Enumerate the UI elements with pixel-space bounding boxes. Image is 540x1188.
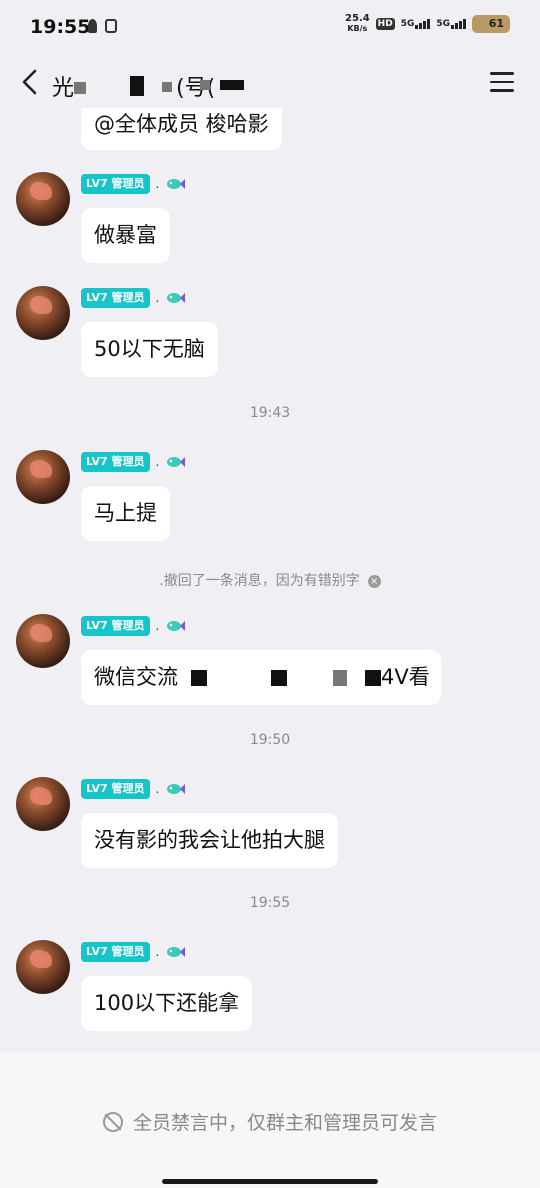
sender-name: . xyxy=(155,177,160,191)
hamburger-menu-icon[interactable] xyxy=(490,72,514,92)
chat-title-prefix: 光 xyxy=(52,76,75,98)
role-badge: LV7 管理员 xyxy=(81,779,150,799)
notification-icon xyxy=(88,19,97,33)
redaction-block xyxy=(333,670,347,686)
avatar[interactable] xyxy=(16,940,70,994)
redaction-block xyxy=(271,670,287,686)
close-icon[interactable]: × xyxy=(367,575,381,588)
chevron-left-icon[interactable] xyxy=(18,68,42,96)
avatar[interactable] xyxy=(16,450,70,504)
app-icon xyxy=(105,19,117,33)
fish-icon xyxy=(167,947,186,957)
chat-header: 光 (号( xyxy=(0,56,540,108)
input-area-muted: 全员禁言中，仅群主和管理员可发言 xyxy=(0,1052,540,1188)
avatar[interactable] xyxy=(16,172,70,226)
status-bar: 19:55 25.4 KB/s HD 5G 5G 61 xyxy=(0,0,540,56)
sim1-label: 5G xyxy=(400,19,415,29)
role-badge: LV7 管理员 xyxy=(81,174,150,194)
role-badge: LV7 管理员 xyxy=(81,288,150,308)
message-bubble[interactable]: 没有影的我会让他拍大腿 xyxy=(81,813,338,868)
mute-notice: 全员禁言中，仅群主和管理员可发言 xyxy=(0,1108,540,1135)
message-text-prefix: 微信交流 xyxy=(94,665,178,689)
net-speed-value: 25.4 xyxy=(344,13,370,24)
battery-icon: 61 xyxy=(472,15,510,33)
avatar[interactable] xyxy=(16,286,70,340)
message-bubble[interactable]: 做暴富 xyxy=(81,208,170,263)
redaction-block xyxy=(365,670,381,686)
timestamp: 19:50 xyxy=(249,732,291,748)
sender-name: . xyxy=(155,945,160,959)
sender-name: . xyxy=(155,782,160,796)
fish-icon xyxy=(167,621,186,631)
redaction-block xyxy=(162,82,172,92)
mute-icon xyxy=(102,1112,123,1132)
sender-row: LV7 管理员 . xyxy=(81,779,186,799)
fish-icon xyxy=(167,784,186,794)
hd-icon: HD xyxy=(375,18,395,30)
message-bubble[interactable]: 马上提 xyxy=(81,486,170,541)
status-notification-icons xyxy=(88,19,117,33)
message-list[interactable]: @全体成员 梭哈影 LV7 管理员 . 做暴富 LV7 管理员 . 50以下无脑… xyxy=(0,108,540,1052)
redaction-block xyxy=(74,82,86,94)
redaction-block xyxy=(191,670,207,686)
sender-row: LV7 管理员 . xyxy=(81,452,186,472)
avatar[interactable] xyxy=(16,777,70,831)
home-indicator[interactable] xyxy=(162,1179,378,1184)
timestamp: 19:43 xyxy=(249,405,291,421)
avatar[interactable] xyxy=(16,614,70,668)
net-speed-unit: KB/s xyxy=(347,24,368,33)
network-speed: 25.4 KB/s xyxy=(345,14,370,34)
fish-icon xyxy=(167,457,186,467)
sender-name: . xyxy=(155,291,160,305)
redaction-block xyxy=(200,80,210,90)
message-text-suffix: 4V看 xyxy=(381,665,430,689)
status-time: 19:55 xyxy=(30,16,91,38)
chat-title[interactable]: 光 (号( xyxy=(52,70,282,98)
message-bubble[interactable]: 微信交流 4V看 xyxy=(81,650,441,705)
recall-notice: .撤回了一条消息，因为有错别字 × xyxy=(0,570,540,590)
signal-icon-sim2: 5G xyxy=(436,19,466,29)
signal-icon-sim1: 5G xyxy=(401,19,431,29)
sender-name: . xyxy=(155,619,160,633)
mute-notice-text: 全员禁言中，仅群主和管理员可发言 xyxy=(132,1112,437,1134)
fish-icon xyxy=(167,179,186,189)
sender-row: LV7 管理员 . xyxy=(81,942,186,962)
role-badge: LV7 管理员 xyxy=(81,616,150,636)
sender-row: LV7 管理员 . xyxy=(81,288,186,308)
message-bubble[interactable]: 100以下还能拿 xyxy=(81,976,253,1031)
sim2-label: 5G xyxy=(436,19,450,29)
role-badge: LV7 管理员 xyxy=(81,942,150,962)
role-badge: LV7 管理员 xyxy=(81,452,150,472)
redaction-block xyxy=(130,76,144,96)
sender-row: LV7 管理员 . xyxy=(81,616,186,636)
sender-name: . xyxy=(155,455,160,469)
fish-icon xyxy=(167,293,186,303)
message-bubble[interactable]: 50以下无脑 xyxy=(81,322,218,377)
status-right: 25.4 KB/s HD 5G 5G 61 xyxy=(345,14,510,34)
recall-notice-text: .撤回了一条消息，因为有错别字 xyxy=(159,573,360,589)
sender-row: LV7 管理员 . xyxy=(81,174,186,194)
redaction-block xyxy=(220,80,244,90)
message-bubble[interactable]: @全体成员 梭哈影 xyxy=(81,108,282,150)
timestamp: 19:55 xyxy=(249,895,291,911)
